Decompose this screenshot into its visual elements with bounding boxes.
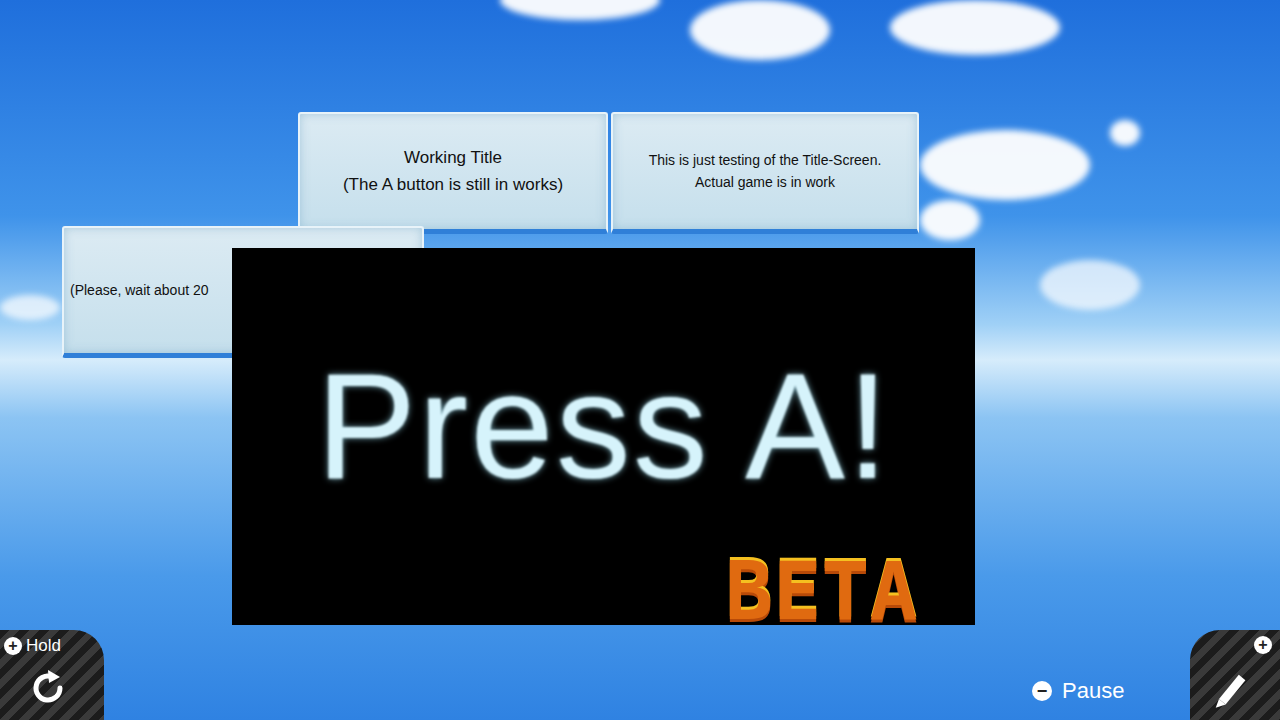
block-line: This is just testing of the Title-Screen…: [649, 150, 882, 172]
plus-icon: +: [4, 637, 22, 655]
game-screen: Working Title(The A button is still in w…: [0, 0, 1280, 720]
minus-icon: −: [1032, 681, 1052, 701]
cloud: [920, 130, 1090, 200]
block-line: Actual game is in work: [649, 172, 882, 194]
cloud: [1040, 260, 1140, 310]
block-line: (Please, wait about 20: [70, 280, 209, 302]
text-block: This is just testing of the Title-Screen…: [611, 112, 919, 234]
pencil-icon: [1208, 666, 1252, 710]
press-a-prompt: Press A!: [316, 340, 891, 513]
cloud: [890, 0, 1060, 55]
cloud: [920, 200, 980, 240]
cloud: [0, 295, 60, 320]
text-block: Working Title(The A button is still in w…: [298, 112, 608, 234]
edit-button[interactable]: +: [1190, 630, 1280, 720]
beta-badge: BETA: [725, 552, 918, 632]
cloud: [500, 0, 660, 20]
cloud: [1110, 120, 1140, 146]
pause-button[interactable]: −Pause: [1032, 678, 1124, 704]
hold-rotate-button[interactable]: +Hold: [0, 630, 104, 720]
hold-label: +Hold: [4, 636, 61, 656]
block-line: Working Title: [343, 145, 563, 171]
block-line: (The A button is still in works): [343, 172, 563, 198]
rotate-icon: [28, 668, 68, 708]
cloud: [690, 0, 830, 60]
plus-icon: +: [1254, 636, 1272, 654]
